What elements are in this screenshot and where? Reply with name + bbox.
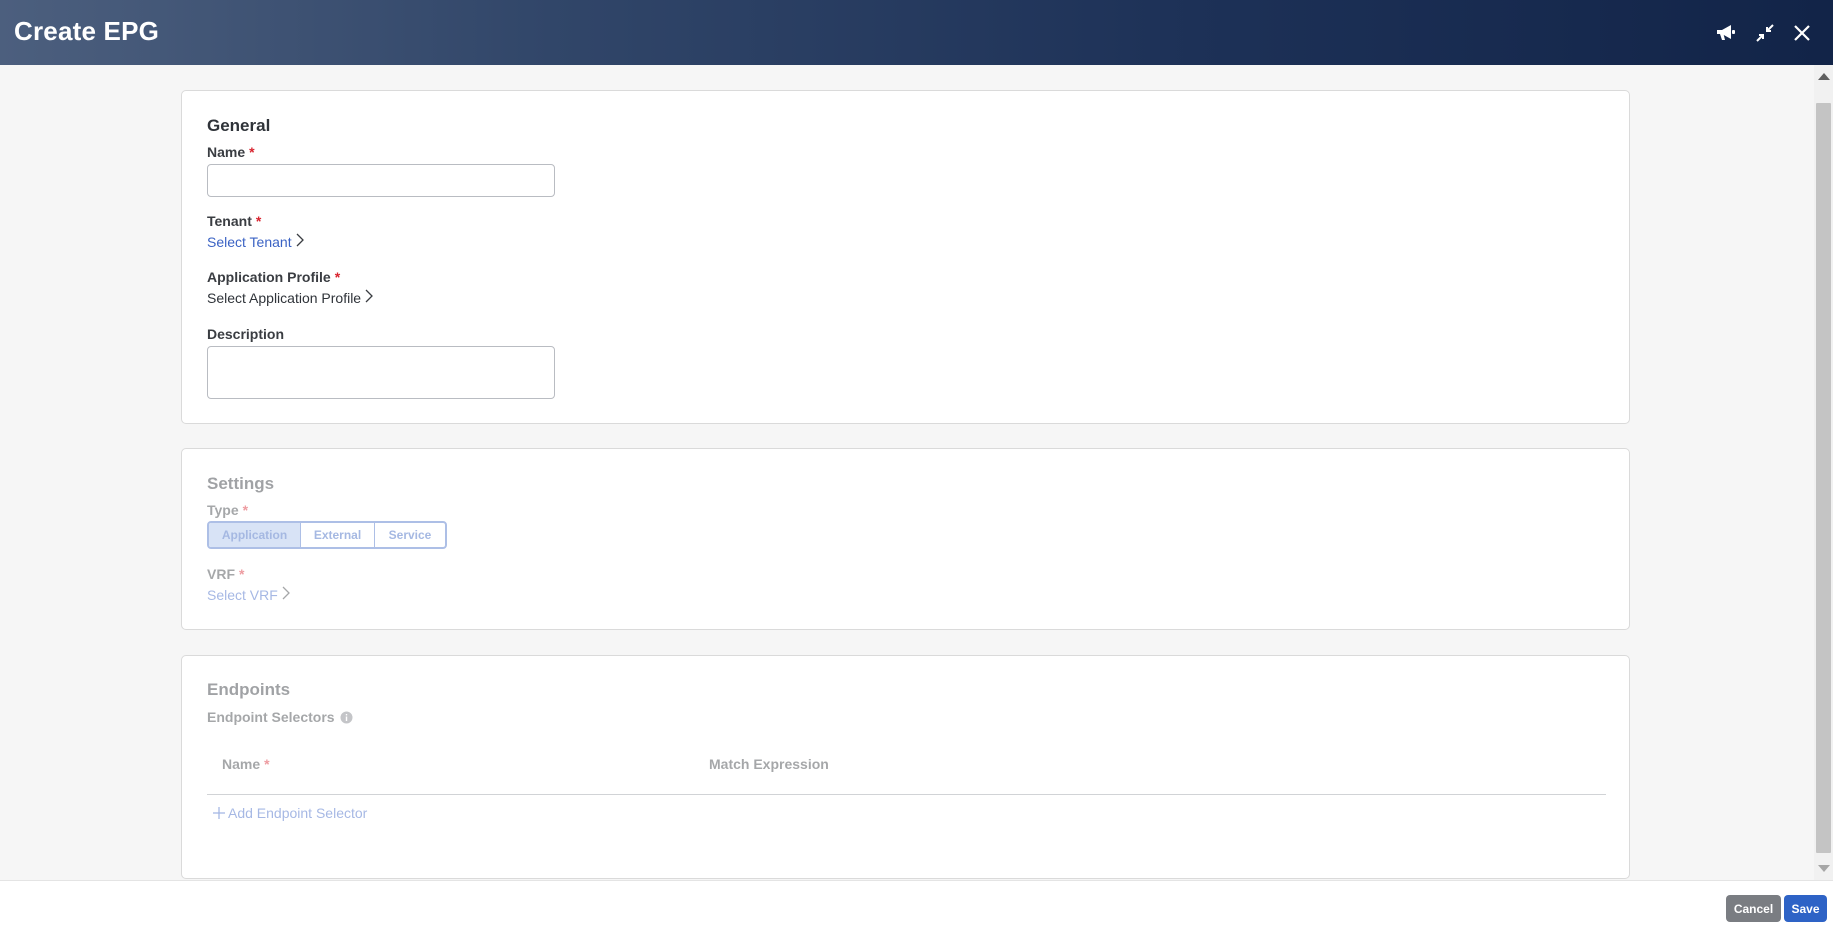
app-profile-label-text: Application Profile (207, 269, 331, 285)
select-app-profile-text: Select Application Profile (207, 289, 362, 306)
description-label: Description (207, 326, 285, 342)
megaphone-icon[interactable] (1713, 20, 1739, 46)
cancel-button[interactable]: Cancel (1726, 895, 1781, 922)
required-mark: * (239, 566, 245, 582)
required-mark: * (242, 502, 249, 518)
endpoints-disabled-overlay: Endpoints Endpoint Selectors Name * Match… (182, 656, 1629, 878)
scroll-down-arrow-icon[interactable] (1818, 865, 1830, 872)
save-button[interactable]: Save (1784, 895, 1827, 922)
required-mark: * (334, 269, 341, 285)
tenant-label: Tenant * (207, 213, 261, 229)
select-tenant-link[interactable]: Select Tenant (207, 233, 304, 250)
column-header-match-expression: Match Expression (709, 756, 829, 772)
endpoint-selectors-text: Endpoint Selectors (207, 709, 335, 725)
info-icon[interactable] (340, 711, 353, 724)
select-vrf-link[interactable]: Select VRF (207, 586, 290, 603)
vertical-scrollbar[interactable] (1814, 65, 1833, 880)
minimize-icon[interactable] (1752, 20, 1778, 46)
form-body[interactable]: General Name * Tenant * Select Tenant Appl… (0, 65, 1814, 880)
select-tenant-text: Select Tenant (207, 233, 292, 250)
dialog-title: Create EPG (14, 16, 160, 46)
settings-heading: Settings (207, 474, 275, 493)
vrf-label: VRF * (207, 566, 244, 582)
selectors-table-header: Name * Match Expression (207, 756, 1606, 795)
general-heading: General (207, 116, 271, 135)
required-mark: * (249, 144, 255, 160)
tenant-label-text: Tenant (207, 213, 252, 229)
chevron-right-icon (296, 233, 304, 250)
column-header-name-text: Name (222, 756, 261, 772)
name-input[interactable] (207, 164, 555, 197)
name-label-text: Name (207, 144, 246, 160)
close-icon[interactable] (1789, 20, 1815, 46)
type-segmented-control: Application External Service (207, 521, 447, 549)
type-label: Type * (207, 502, 248, 518)
endpoints-section: Endpoints Endpoint Selectors Name * Match… (181, 655, 1630, 879)
type-option-application[interactable]: Application (209, 523, 301, 547)
select-vrf-text: Select VRF (207, 586, 278, 603)
chevron-right-icon (282, 586, 290, 603)
column-header-name: Name * (222, 756, 270, 772)
scrollbar-thumb[interactable] (1816, 103, 1831, 853)
plus-icon (213, 807, 225, 819)
select-app-profile-link[interactable]: Select Application Profile (207, 289, 374, 306)
required-mark: * (264, 756, 270, 772)
name-label: Name * (207, 144, 255, 160)
scroll-up-arrow-icon[interactable] (1818, 73, 1830, 80)
dialog-footer: Cancel Save (0, 880, 1833, 925)
description-input[interactable] (207, 346, 555, 399)
type-label-text: Type (207, 502, 239, 518)
endpoint-selectors-label: Endpoint Selectors (207, 709, 353, 725)
settings-disabled-overlay: Settings Type * Application External Serv… (182, 449, 1629, 629)
chevron-right-icon (365, 289, 374, 306)
type-option-external[interactable]: External (301, 523, 375, 547)
type-option-service[interactable]: Service (375, 523, 445, 547)
required-mark: * (255, 213, 262, 229)
add-endpoint-selector-link[interactable]: Add Endpoint Selector (213, 805, 367, 821)
app-profile-label: Application Profile * (207, 269, 340, 285)
add-endpoint-selector-text: Add Endpoint Selector (228, 805, 368, 821)
settings-section: Settings Type * Application External Serv… (181, 448, 1630, 630)
dialog-header: Create EPG (0, 0, 1833, 65)
general-section: General Name * Tenant * Select Tenant Appl… (181, 90, 1630, 424)
vrf-label-text: VRF (207, 566, 235, 582)
endpoints-heading: Endpoints (207, 680, 291, 699)
